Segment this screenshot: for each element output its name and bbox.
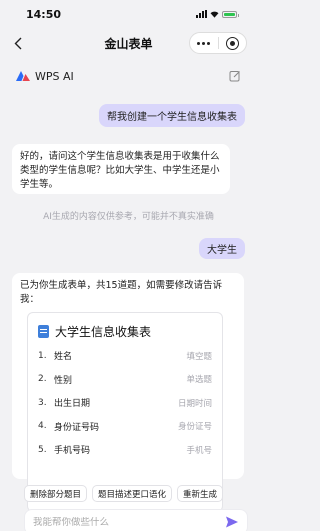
field-name: 性别	[54, 375, 73, 386]
mini-program-capsule	[189, 32, 247, 54]
form-title: 大学生信息收集表	[55, 325, 152, 339]
field-number: 5.	[38, 444, 47, 455]
user-message: 帮我创建一个学生信息收集表	[99, 104, 245, 127]
user-message: 大学生	[199, 238, 245, 259]
field-type: 单选题	[186, 375, 212, 386]
chip-regenerate[interactable]: 重新生成	[177, 485, 224, 502]
field-type: 填空题	[186, 351, 212, 362]
field-name: 出生日期	[54, 399, 91, 410]
field-type: 手机号	[186, 445, 212, 456]
form-preview-card[interactable]: 大学生信息收集表 1. 姓名 填空题 2. 性别 单选题 3. 出生日期 日期时…	[27, 312, 223, 512]
ai-message: 好的，请问这个学生信息收集表是用于收集什么类型的学生信息呢？比如大学生、中学生还…	[12, 144, 230, 194]
more-button[interactable]	[190, 33, 218, 53]
form-field-row: 3. 出生日期 日期时间	[28, 391, 222, 415]
ai-name: WPS AI	[35, 69, 74, 83]
form-field-row: 5. 手机号码 手机号	[28, 438, 222, 462]
form-field-row: 2. 性别 单选题	[28, 368, 222, 392]
field-type: 身份证号	[177, 422, 212, 433]
wps-ai-logo-icon	[16, 71, 30, 81]
form-field-row: 1. 姓名 填空题	[28, 344, 222, 368]
back-icon[interactable]	[10, 35, 26, 51]
send-icon[interactable]	[225, 515, 239, 529]
field-number: 4.	[38, 421, 47, 432]
field-name: 手机号码	[54, 446, 91, 457]
form-field-row: 4. 身份证号码 身份证号	[28, 415, 222, 439]
page-title: 金山表单	[104, 36, 153, 51]
status-bar: 14:50	[0, 0, 257, 28]
field-number: 1.	[38, 350, 47, 361]
chat-input-bar	[24, 509, 248, 531]
close-mini-program-button[interactable]	[219, 33, 247, 53]
ai-message-text: 已为你生成表单，共15道题，如需要修改请告诉我：	[20, 280, 223, 305]
target-icon	[225, 36, 239, 50]
user-message-text: 帮我创建一个学生信息收集表	[107, 112, 237, 123]
ai-disclaimer: AI生成的内容仅供参考，可能并不真实准确	[43, 212, 214, 222]
status-icons	[196, 10, 239, 18]
field-name: 身份证号码	[54, 422, 100, 433]
field-number: 2.	[38, 374, 47, 385]
battery-icon	[222, 10, 239, 18]
nav-bar: 金山表单	[0, 28, 257, 58]
form-title-row: 大学生信息收集表	[28, 313, 222, 344]
field-type: 日期时间	[177, 398, 212, 409]
chat-input[interactable]	[33, 516, 225, 528]
more-icon	[197, 41, 211, 45]
status-time: 14:50	[26, 7, 62, 21]
ai-header: WPS AI	[0, 66, 257, 86]
field-number: 3.	[38, 397, 47, 408]
wifi-icon	[210, 11, 219, 18]
field-name: 姓名	[54, 352, 73, 363]
form-icon	[38, 325, 49, 338]
signal-icon	[196, 10, 207, 18]
chip-colloquial-descriptions[interactable]: 题目描述更口语化	[92, 485, 173, 502]
ai-message-text: 好的，请问这个学生信息收集表是用于收集什么类型的学生信息呢？比如大学生、中学生还…	[20, 151, 220, 190]
user-message-text: 大学生	[207, 245, 237, 256]
suggestion-chips: 删除部分题目 题目描述更口语化 重新生成	[24, 485, 224, 502]
edit-icon[interactable]	[229, 70, 241, 82]
chip-delete-questions[interactable]: 删除部分题目	[24, 485, 88, 502]
